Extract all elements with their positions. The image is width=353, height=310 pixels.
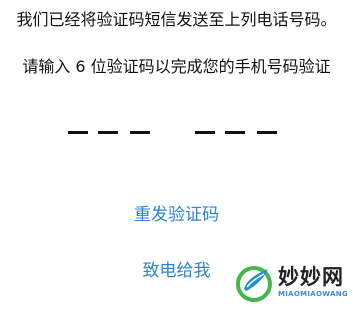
resend-code-button[interactable]: 重发验证码 bbox=[0, 204, 353, 226]
watermark-logo: 妙妙网 MIAOMIAOWANG bbox=[234, 263, 353, 303]
code-digit-slot-1[interactable] bbox=[68, 131, 88, 134]
code-digit-slot-3[interactable] bbox=[130, 131, 150, 134]
sms-sent-message: 我们已经将验证码短信发送至上列电话号码。 bbox=[16, 10, 337, 29]
watermark-subtitle: MIAOMIAOWANG bbox=[278, 290, 348, 298]
enter-code-instruction: 请输入 6 位验证码以完成您的手机号码验证 bbox=[22, 57, 331, 76]
code-digit-slot-5[interactable] bbox=[225, 131, 245, 134]
miaomiao-logo-icon bbox=[236, 266, 272, 302]
code-digit-slot-2[interactable] bbox=[98, 131, 118, 134]
code-digit-slot-4[interactable] bbox=[195, 131, 215, 134]
watermark-title: 妙妙网 bbox=[278, 265, 344, 289]
code-digit-slot-6[interactable] bbox=[257, 131, 277, 134]
